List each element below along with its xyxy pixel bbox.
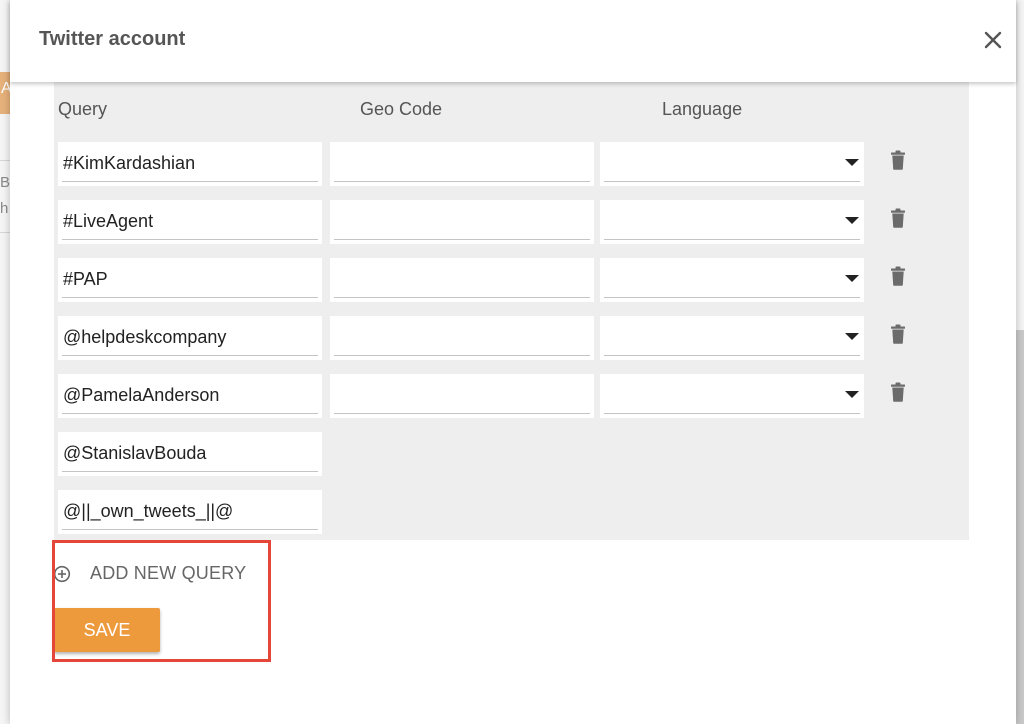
column-header-geo-code: Geo Code <box>360 99 443 119</box>
dialog-title: Twitter account <box>39 28 186 50</box>
background-text: h <box>0 200 9 217</box>
query-input-value: @helpdeskcompany <box>63 327 227 347</box>
query-input-value: @PamelaAnderson <box>63 385 220 405</box>
input-underline <box>604 413 860 414</box>
query-input-value: @||_own_tweets_||@ <box>63 501 234 521</box>
input-underline <box>62 413 318 414</box>
caret-down-icon <box>845 391 859 398</box>
query-list-panel: Query Geo Code Language #KimKardashian # <box>54 82 969 540</box>
geo-code-input[interactable] <box>330 200 594 244</box>
query-input[interactable]: #LiveAgent <box>58 200 322 244</box>
input-underline <box>62 471 318 472</box>
input-underline <box>604 297 860 298</box>
geo-code-input[interactable] <box>330 316 594 360</box>
query-input-value: @StanislavBouda <box>63 443 207 463</box>
delete-query-button[interactable] <box>890 150 906 170</box>
input-underline <box>62 355 318 356</box>
delete-query-button[interactable] <box>890 208 906 228</box>
column-header-query: Query <box>58 99 108 119</box>
geo-code-input[interactable] <box>330 142 594 186</box>
language-select[interactable] <box>600 258 864 302</box>
trash-icon <box>891 208 905 228</box>
input-underline <box>62 529 318 530</box>
caret-down-icon <box>845 333 859 340</box>
input-underline <box>334 239 590 240</box>
query-input[interactable]: @PamelaAnderson <box>58 374 322 418</box>
geo-code-input[interactable] <box>330 374 594 418</box>
add-new-query-label: ADD NEW QUERY <box>90 563 247 583</box>
input-underline <box>62 239 318 240</box>
input-underline <box>334 297 590 298</box>
input-underline <box>62 297 318 298</box>
query-input-value: #PAP <box>63 269 108 289</box>
plus-circle-icon <box>53 565 71 583</box>
query-input-value: #LiveAgent <box>63 211 154 231</box>
query-input[interactable]: #KimKardashian <box>58 142 322 186</box>
trash-icon <box>891 382 905 402</box>
language-select[interactable] <box>600 142 864 186</box>
input-underline <box>604 239 860 240</box>
trash-icon <box>891 266 905 286</box>
query-input[interactable]: @||_own_tweets_||@ <box>58 490 322 534</box>
language-select[interactable] <box>600 316 864 360</box>
delete-query-button[interactable] <box>890 324 906 344</box>
caret-down-icon <box>845 217 859 224</box>
trash-icon <box>891 324 905 344</box>
delete-query-button[interactable] <box>890 266 906 286</box>
input-underline <box>604 355 860 356</box>
delete-query-button[interactable] <box>890 382 906 402</box>
input-underline <box>334 413 590 414</box>
input-underline <box>334 355 590 356</box>
column-header-language: Language <box>662 99 743 119</box>
close-button[interactable] <box>980 27 1006 53</box>
query-input[interactable]: @helpdeskcompany <box>58 316 322 360</box>
input-underline <box>604 181 860 182</box>
dialog-header: Twitter account <box>10 0 1016 82</box>
save-button[interactable]: SAVE <box>54 608 160 652</box>
language-select[interactable] <box>600 374 864 418</box>
close-icon <box>984 31 1002 49</box>
caret-down-icon <box>845 275 859 282</box>
input-underline <box>334 181 590 182</box>
geo-code-input[interactable] <box>330 258 594 302</box>
caret-down-icon <box>845 159 859 166</box>
twitter-account-dialog: Twitter account Query Geo Code Language … <box>10 0 1016 724</box>
language-select[interactable] <box>600 200 864 244</box>
query-input[interactable]: @StanislavBouda <box>58 432 322 476</box>
trash-icon <box>891 150 905 170</box>
input-underline <box>62 181 318 182</box>
query-input-value: #KimKardashian <box>63 153 196 173</box>
query-input[interactable]: #PAP <box>58 258 322 302</box>
